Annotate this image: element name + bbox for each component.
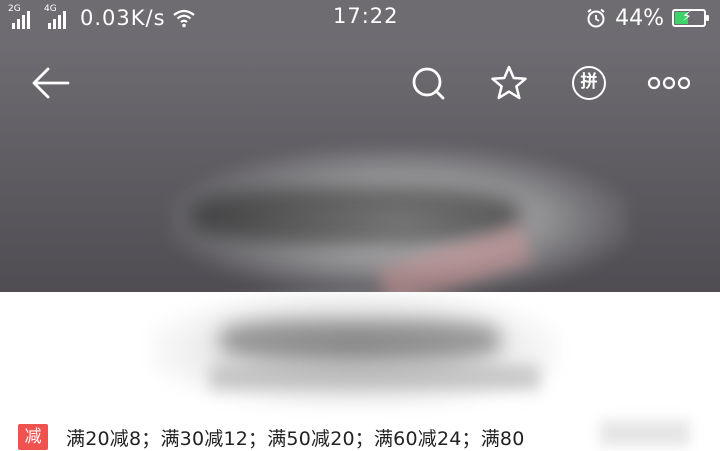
favorite-button[interactable] xyxy=(479,50,539,116)
promotion-text: 满20减8；满30减12；满50减20；满60减24；满80 xyxy=(66,427,525,450)
signal-icon-2: 4G xyxy=(44,4,74,29)
net-speed: 0.03K/s xyxy=(80,6,166,30)
battery-percent: 44% xyxy=(615,5,664,31)
status-right: 44% ⚡ xyxy=(585,3,709,33)
status-bar: 2G 4G 0.03K/s 17:22 44% ⚡ xyxy=(0,0,720,36)
search-button[interactable] xyxy=(398,50,458,116)
star-icon xyxy=(491,65,527,100)
status-left: 2G 4G 0.03K/s xyxy=(8,3,196,33)
back-arrow-icon xyxy=(32,67,70,99)
battery-charging-icon: ⚡ xyxy=(672,9,709,27)
back-button[interactable] xyxy=(20,50,80,116)
status-time: 17:22 xyxy=(333,4,399,28)
image-smudge xyxy=(150,290,560,410)
wifi-icon xyxy=(172,9,195,28)
discount-badge: 减 xyxy=(18,424,48,450)
more-button[interactable] xyxy=(639,50,699,116)
group-buy-button[interactable]: 拼 xyxy=(559,50,619,116)
pin-group-icon: 拼 xyxy=(572,66,606,100)
signal-icon: 2G xyxy=(8,4,38,29)
promo-smudge xyxy=(600,420,690,446)
more-icon xyxy=(647,76,691,90)
alarm-icon xyxy=(587,8,605,28)
top-nav: 拼 xyxy=(0,50,720,120)
promotion-row[interactable]: 减 满20减8；满30减12；满50减20；满60减24；满80 xyxy=(18,424,525,450)
search-icon xyxy=(412,67,445,100)
